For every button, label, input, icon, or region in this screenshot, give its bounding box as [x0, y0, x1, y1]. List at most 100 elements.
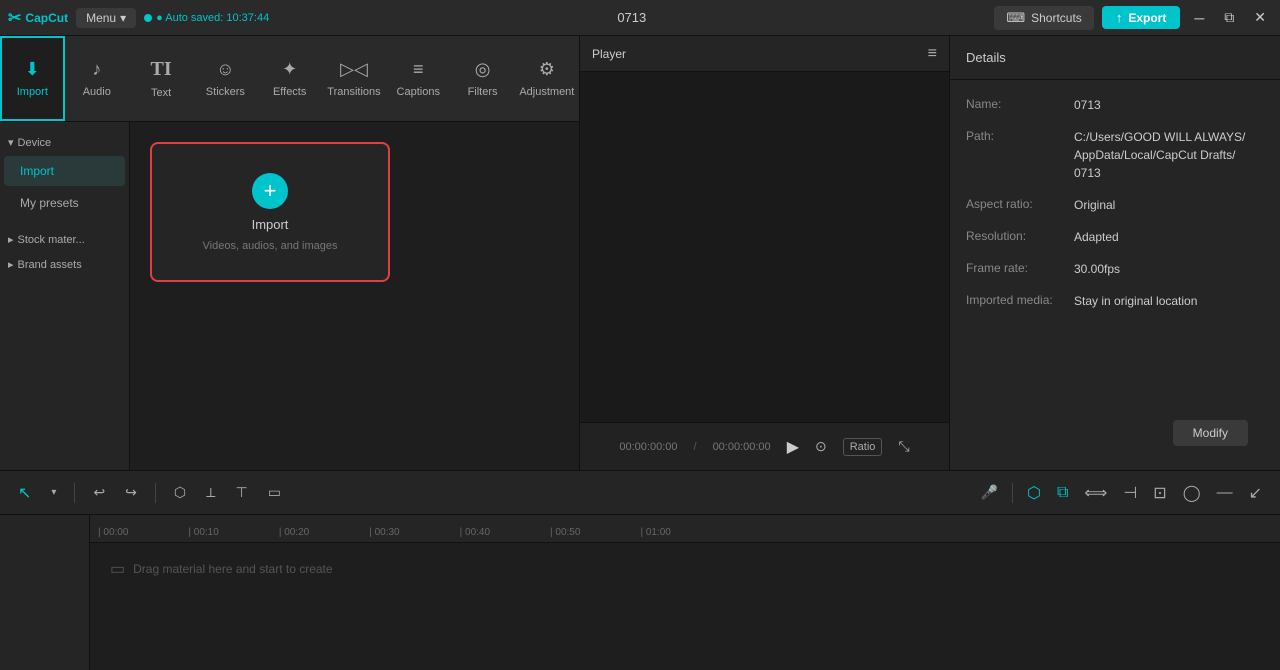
effects-icon: ✦: [282, 59, 297, 80]
toolbar-separator-3: [1012, 483, 1013, 503]
ruler-tick-0: | 00:00: [98, 527, 128, 538]
logo: ✂ CapCut: [8, 8, 68, 28]
toolbar-item-text[interactable]: TI Text: [129, 36, 193, 121]
detail-value-framerate: 30.00fps: [1074, 260, 1264, 278]
track-link-button[interactable]: ⬡: [1021, 479, 1047, 507]
detail-label-imported-media: Imported media:: [966, 292, 1066, 307]
sidebar-group-device-label: Device: [18, 137, 52, 149]
sidebar-group-brand[interactable]: ▸ Brand assets: [0, 252, 129, 277]
track-align-button[interactable]: ⊣: [1117, 479, 1143, 507]
sidebar-group-device[interactable]: ▾ Device: [0, 130, 129, 155]
track-snap-button[interactable]: ⊡: [1147, 479, 1172, 507]
sidebar-group-stock-label: Stock mater...: [18, 234, 85, 246]
toolbar-item-import[interactable]: ⬇ Import: [0, 36, 65, 121]
toolbar-item-audio[interactable]: ♪ Audio: [65, 36, 129, 121]
stickers-icon: ☺: [216, 59, 234, 80]
export-button[interactable]: ↑ Export: [1102, 6, 1181, 29]
track-audio-button[interactable]: ◯: [1177, 479, 1207, 507]
track-mute-button[interactable]: —: [1211, 480, 1239, 506]
expand-button[interactable]: ⤡: [898, 438, 909, 455]
fullscreen-target-icon[interactable]: ⊙: [815, 438, 827, 455]
split-top-button[interactable]: ⬡: [168, 480, 192, 505]
project-id: 0713: [617, 10, 646, 25]
modify-button[interactable]: Modify: [1173, 420, 1248, 446]
timeline-area: ↖ ▾ ↩ ↪ ⬡ ⟂ ⊤ ▭ 🎤 ⬡ ⧉ ⟺ ⊣ ⊡ ◯ — ↙ | 00:0…: [0, 470, 1280, 670]
time-separator: /: [694, 441, 697, 453]
toolbar-item-stickers[interactable]: ☺ Stickers: [193, 36, 257, 121]
text-icon: TI: [151, 58, 172, 81]
select-tool-button[interactable]: ↖: [12, 479, 37, 507]
timeline-toolbar: ↖ ▾ ↩ ↪ ⬡ ⟂ ⊤ ▭ 🎤 ⬡ ⧉ ⟺ ⊣ ⊡ ◯ — ↙: [0, 471, 1280, 515]
redo-button[interactable]: ↪: [119, 480, 143, 505]
right-area: Player ≡ 00:00:00:00 / 00:00:00:00 ▶ ⊙ R…: [580, 36, 1280, 470]
select-dropdown-button[interactable]: ▾: [45, 483, 62, 502]
details-title: Details: [966, 50, 1006, 65]
export-label: Export: [1128, 11, 1166, 25]
sidebar-item-my-presets[interactable]: My presets: [4, 188, 125, 218]
track-split-button[interactable]: ⟺: [1078, 479, 1113, 507]
player-menu-icon[interactable]: ≡: [928, 45, 937, 63]
detail-label-name: Name:: [966, 96, 1066, 111]
player-header: Player ≡: [580, 36, 949, 72]
close-button[interactable]: ✕: [1248, 7, 1272, 28]
sidebar-item-import[interactable]: Import: [4, 156, 125, 186]
content-area: ▾ Device Import My presets ▸ Stock mater…: [0, 122, 579, 470]
toolbar: ⬇ Import ♪ Audio TI Text ☺ Stickers ✦ Ef…: [0, 36, 579, 122]
undo-button[interactable]: ↩: [87, 480, 111, 505]
track-merge-button[interactable]: ⧉: [1051, 480, 1074, 506]
shortcuts-button[interactable]: ⌨ Shortcuts: [994, 6, 1093, 30]
titlebar: ✂ CapCut Menu ▾ ● Auto saved: 10:37:44 0…: [0, 0, 1280, 36]
sidebar-group-stock[interactable]: ▸ Stock mater...: [0, 227, 129, 252]
filters-icon: ◎: [475, 59, 491, 80]
detail-value-imported-media: Stay in original location: [1074, 292, 1264, 310]
chevron-right-icon-brand: ▸: [8, 258, 14, 271]
detail-label-resolution: Resolution:: [966, 228, 1066, 243]
main-area: ⬇ Import ♪ Audio TI Text ☺ Stickers ✦ Ef…: [0, 36, 1280, 470]
play-button[interactable]: ▶: [787, 437, 799, 457]
maximize-button[interactable]: ⧉: [1218, 7, 1240, 28]
import-box[interactable]: + Import Videos, audios, and images: [150, 142, 390, 282]
menu-arrow-icon: ▾: [120, 11, 126, 25]
minimize-button[interactable]: ─: [1188, 8, 1210, 28]
split-bottom-button[interactable]: ⊤: [229, 480, 253, 505]
ruler-tick-2: | 00:20: [279, 527, 309, 538]
time-total: 00:00:00:00: [713, 441, 771, 453]
toolbar-item-label-captions: Captions: [397, 86, 440, 98]
audio-icon: ♪: [92, 59, 101, 80]
toolbar-item-transitions[interactable]: ▷◁ Transitions: [322, 36, 386, 121]
delete-button[interactable]: ▭: [262, 480, 287, 505]
ruler-tick-1: | 00:10: [188, 527, 218, 538]
zoom-out-button[interactable]: ↙: [1243, 479, 1268, 507]
menu-button[interactable]: Menu ▾: [76, 8, 136, 28]
split-button[interactable]: ⟂: [200, 480, 221, 505]
detail-value-name: 0713: [1074, 96, 1264, 114]
details-header: Details: [950, 36, 1280, 80]
adjustment-icon: ⚙: [539, 59, 555, 80]
ratio-button[interactable]: Ratio: [843, 438, 883, 456]
toolbar-item-adjustment[interactable]: ⚙ Adjustment: [515, 36, 579, 121]
mic-button[interactable]: 🎤: [975, 480, 1004, 505]
toolbar-item-captions[interactable]: ≡ Captions: [386, 36, 450, 121]
toolbar-item-label-audio: Audio: [83, 86, 111, 98]
toolbar-item-effects[interactable]: ✦ Effects: [258, 36, 322, 121]
detail-value-aspect: Original: [1074, 196, 1264, 214]
detail-value-resolution: Adapted: [1074, 228, 1264, 246]
detail-row-name: Name: 0713: [966, 96, 1264, 114]
import-content-area: + Import Videos, audios, and images: [130, 122, 579, 470]
autosave-status: ● Auto saved: 10:37:44: [144, 12, 269, 24]
timeline-track-area: | 00:00 | 00:10 | 00:20 | 00:30 | 00:40 …: [0, 515, 1280, 670]
autosave-dot: [144, 14, 152, 22]
sidebar-item-presets-label: My presets: [20, 196, 79, 210]
ruler-tick-6: | 01:00: [640, 527, 670, 538]
time-current: 00:00:00:00: [619, 441, 677, 453]
toolbar-item-label-effects: Effects: [273, 86, 306, 98]
toolbar-item-label-stickers: Stickers: [206, 86, 245, 98]
autosave-text: ● Auto saved: 10:37:44: [156, 12, 269, 24]
window-controls: ─ ⧉ ✕: [1188, 7, 1272, 28]
chevron-down-icon: ▾: [8, 136, 14, 149]
toolbar-item-label-transitions: Transitions: [327, 86, 380, 98]
detail-row-framerate: Frame rate: 30.00fps: [966, 260, 1264, 278]
timeline-track-labels: [0, 515, 90, 670]
toolbar-item-filters[interactable]: ◎ Filters: [450, 36, 514, 121]
detail-label-aspect: Aspect ratio:: [966, 196, 1066, 211]
